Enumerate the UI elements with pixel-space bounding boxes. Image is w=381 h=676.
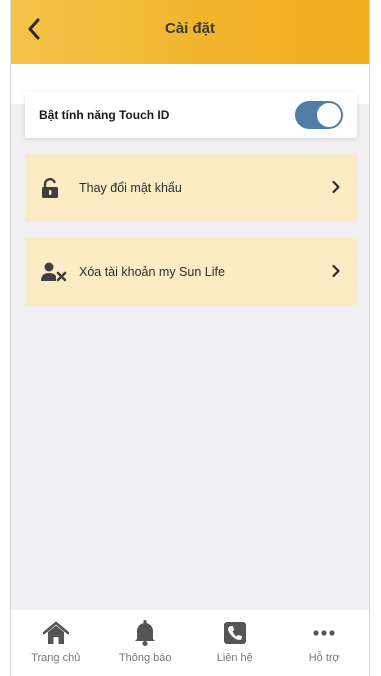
bottom-tab-bar: Trang chủ Thông báo Liên hệ Hỗ trợ bbox=[11, 610, 369, 676]
change-password-row[interactable]: Thay đổi mật khẩu bbox=[25, 154, 357, 222]
screen: Cài đặt Bật tính năng Touch ID Thay đổi … bbox=[0, 0, 381, 676]
touch-id-row: Bật tính năng Touch ID bbox=[25, 92, 357, 138]
tab-home-label: Trang chủ bbox=[31, 652, 81, 664]
touch-id-label: Bật tính năng Touch ID bbox=[39, 108, 170, 122]
tab-contact-label: Liên hệ bbox=[216, 652, 253, 664]
more-icon bbox=[311, 620, 337, 646]
tab-notifications[interactable]: Thông báo bbox=[105, 620, 185, 664]
user-remove-icon bbox=[41, 261, 69, 283]
chevron-right-icon bbox=[332, 264, 340, 278]
home-icon bbox=[42, 620, 69, 646]
app-window: Cài đặt Bật tính năng Touch ID Thay đổi … bbox=[10, 0, 370, 676]
delete-account-row[interactable]: Xóa tài khoản my Sun Life bbox=[25, 238, 357, 306]
change-password-label: Thay đổi mật khẩu bbox=[79, 181, 182, 195]
chevron-right-icon bbox=[332, 180, 340, 194]
tab-notifications-label: Thông báo bbox=[118, 652, 172, 664]
tab-contact[interactable]: Liên hệ bbox=[195, 620, 275, 664]
touch-id-toggle[interactable] bbox=[295, 101, 343, 129]
tab-home[interactable]: Trang chủ bbox=[16, 620, 96, 664]
header-bar: Cài đặt bbox=[11, 0, 369, 64]
page-title: Cài đặt bbox=[164, 20, 215, 37]
unlock-icon bbox=[41, 177, 69, 199]
bell-icon bbox=[132, 620, 158, 646]
toggle-knob bbox=[317, 103, 341, 127]
phone-icon bbox=[222, 620, 248, 646]
tab-support-label: Hỗ trợ bbox=[308, 652, 340, 664]
delete-account-label: Xóa tài khoản my Sun Life bbox=[79, 265, 225, 279]
tab-support[interactable]: Hỗ trợ bbox=[284, 620, 364, 664]
